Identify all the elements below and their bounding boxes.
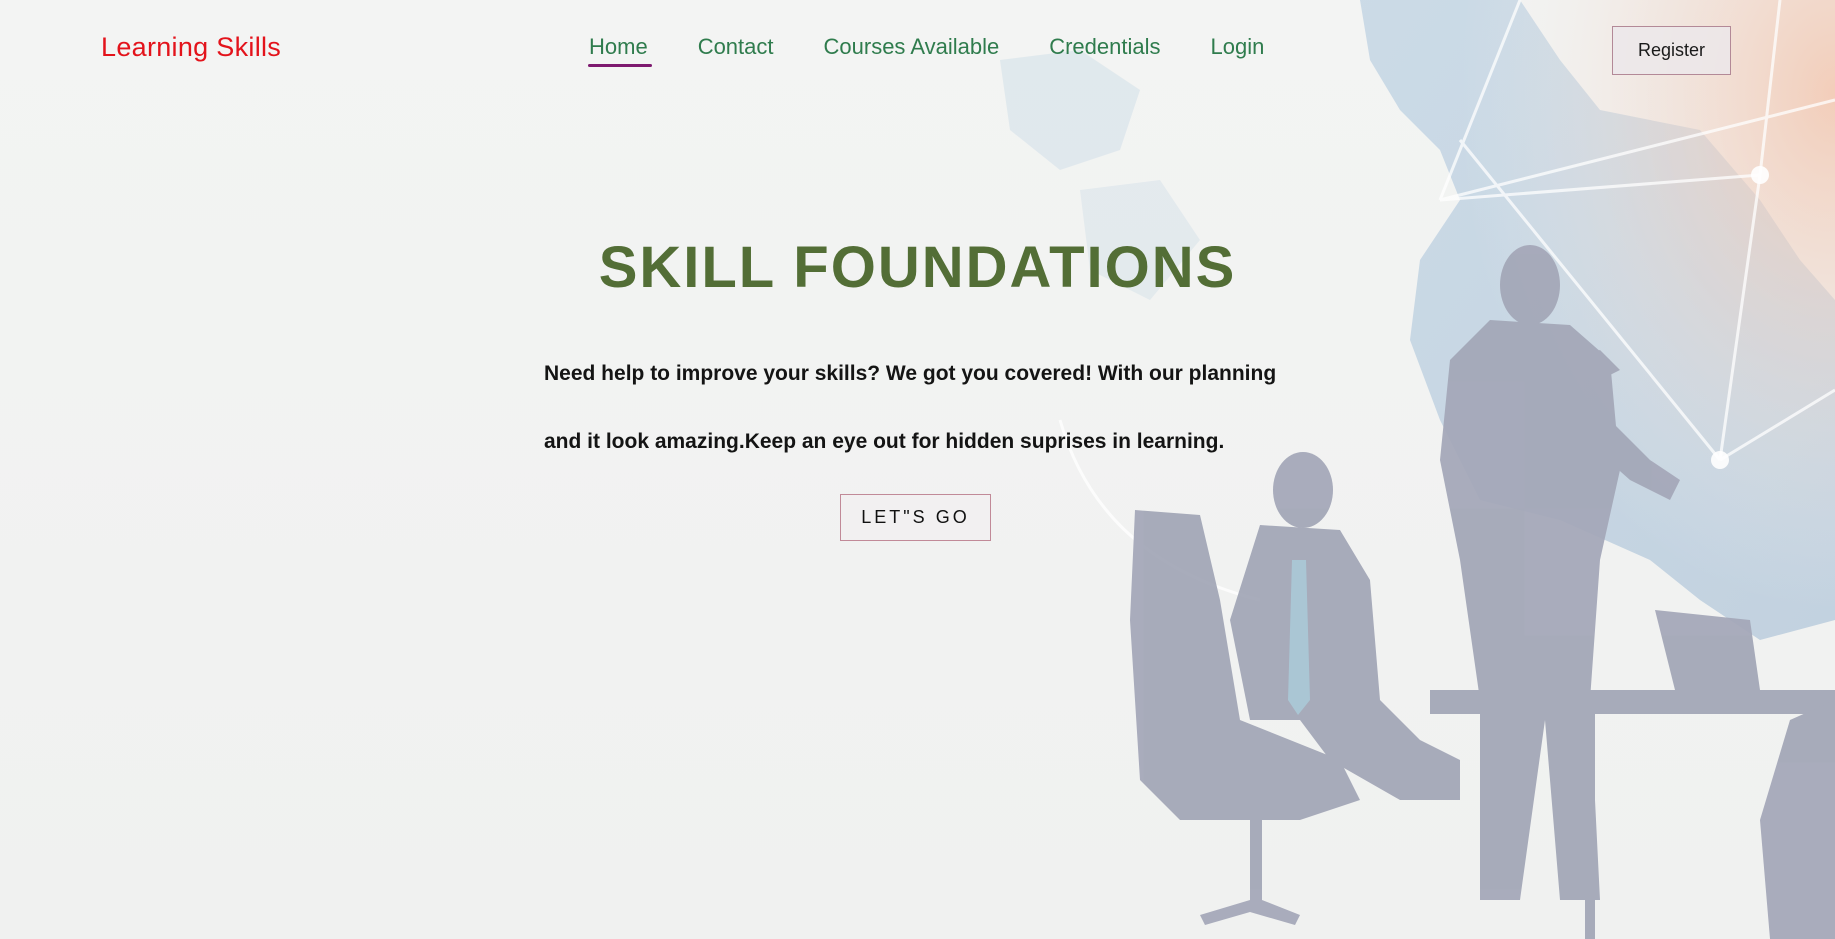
nav-item-contact[interactable]: Contact — [698, 34, 774, 64]
nav-item-credentials[interactable]: Credentials — [1049, 34, 1160, 64]
hero-title: SKILL FOUNDATIONS — [598, 235, 1237, 300]
nav-item-courses-available[interactable]: Courses Available — [824, 34, 1000, 64]
hero-description-line-2: and it look amazing.Keep an eye out for … — [544, 430, 1225, 453]
brand-logo-link[interactable]: Learning Skills — [101, 32, 281, 63]
landing-page: Learning Skills Home Contact Courses Ava… — [0, 0, 1835, 939]
lets-go-button[interactable]: LET"S GO — [840, 494, 991, 541]
nav-item-login[interactable]: Login — [1211, 34, 1265, 64]
nav-item-home[interactable]: Home — [588, 34, 652, 67]
hero-description-line-1: Need help to improve your skills? We got… — [544, 362, 1277, 385]
hero-description: Need help to improve your skills? We got… — [544, 340, 1324, 476]
main-navigation: Home Contact Courses Available Credentia… — [588, 34, 1265, 67]
register-button[interactable]: Register — [1612, 26, 1731, 75]
